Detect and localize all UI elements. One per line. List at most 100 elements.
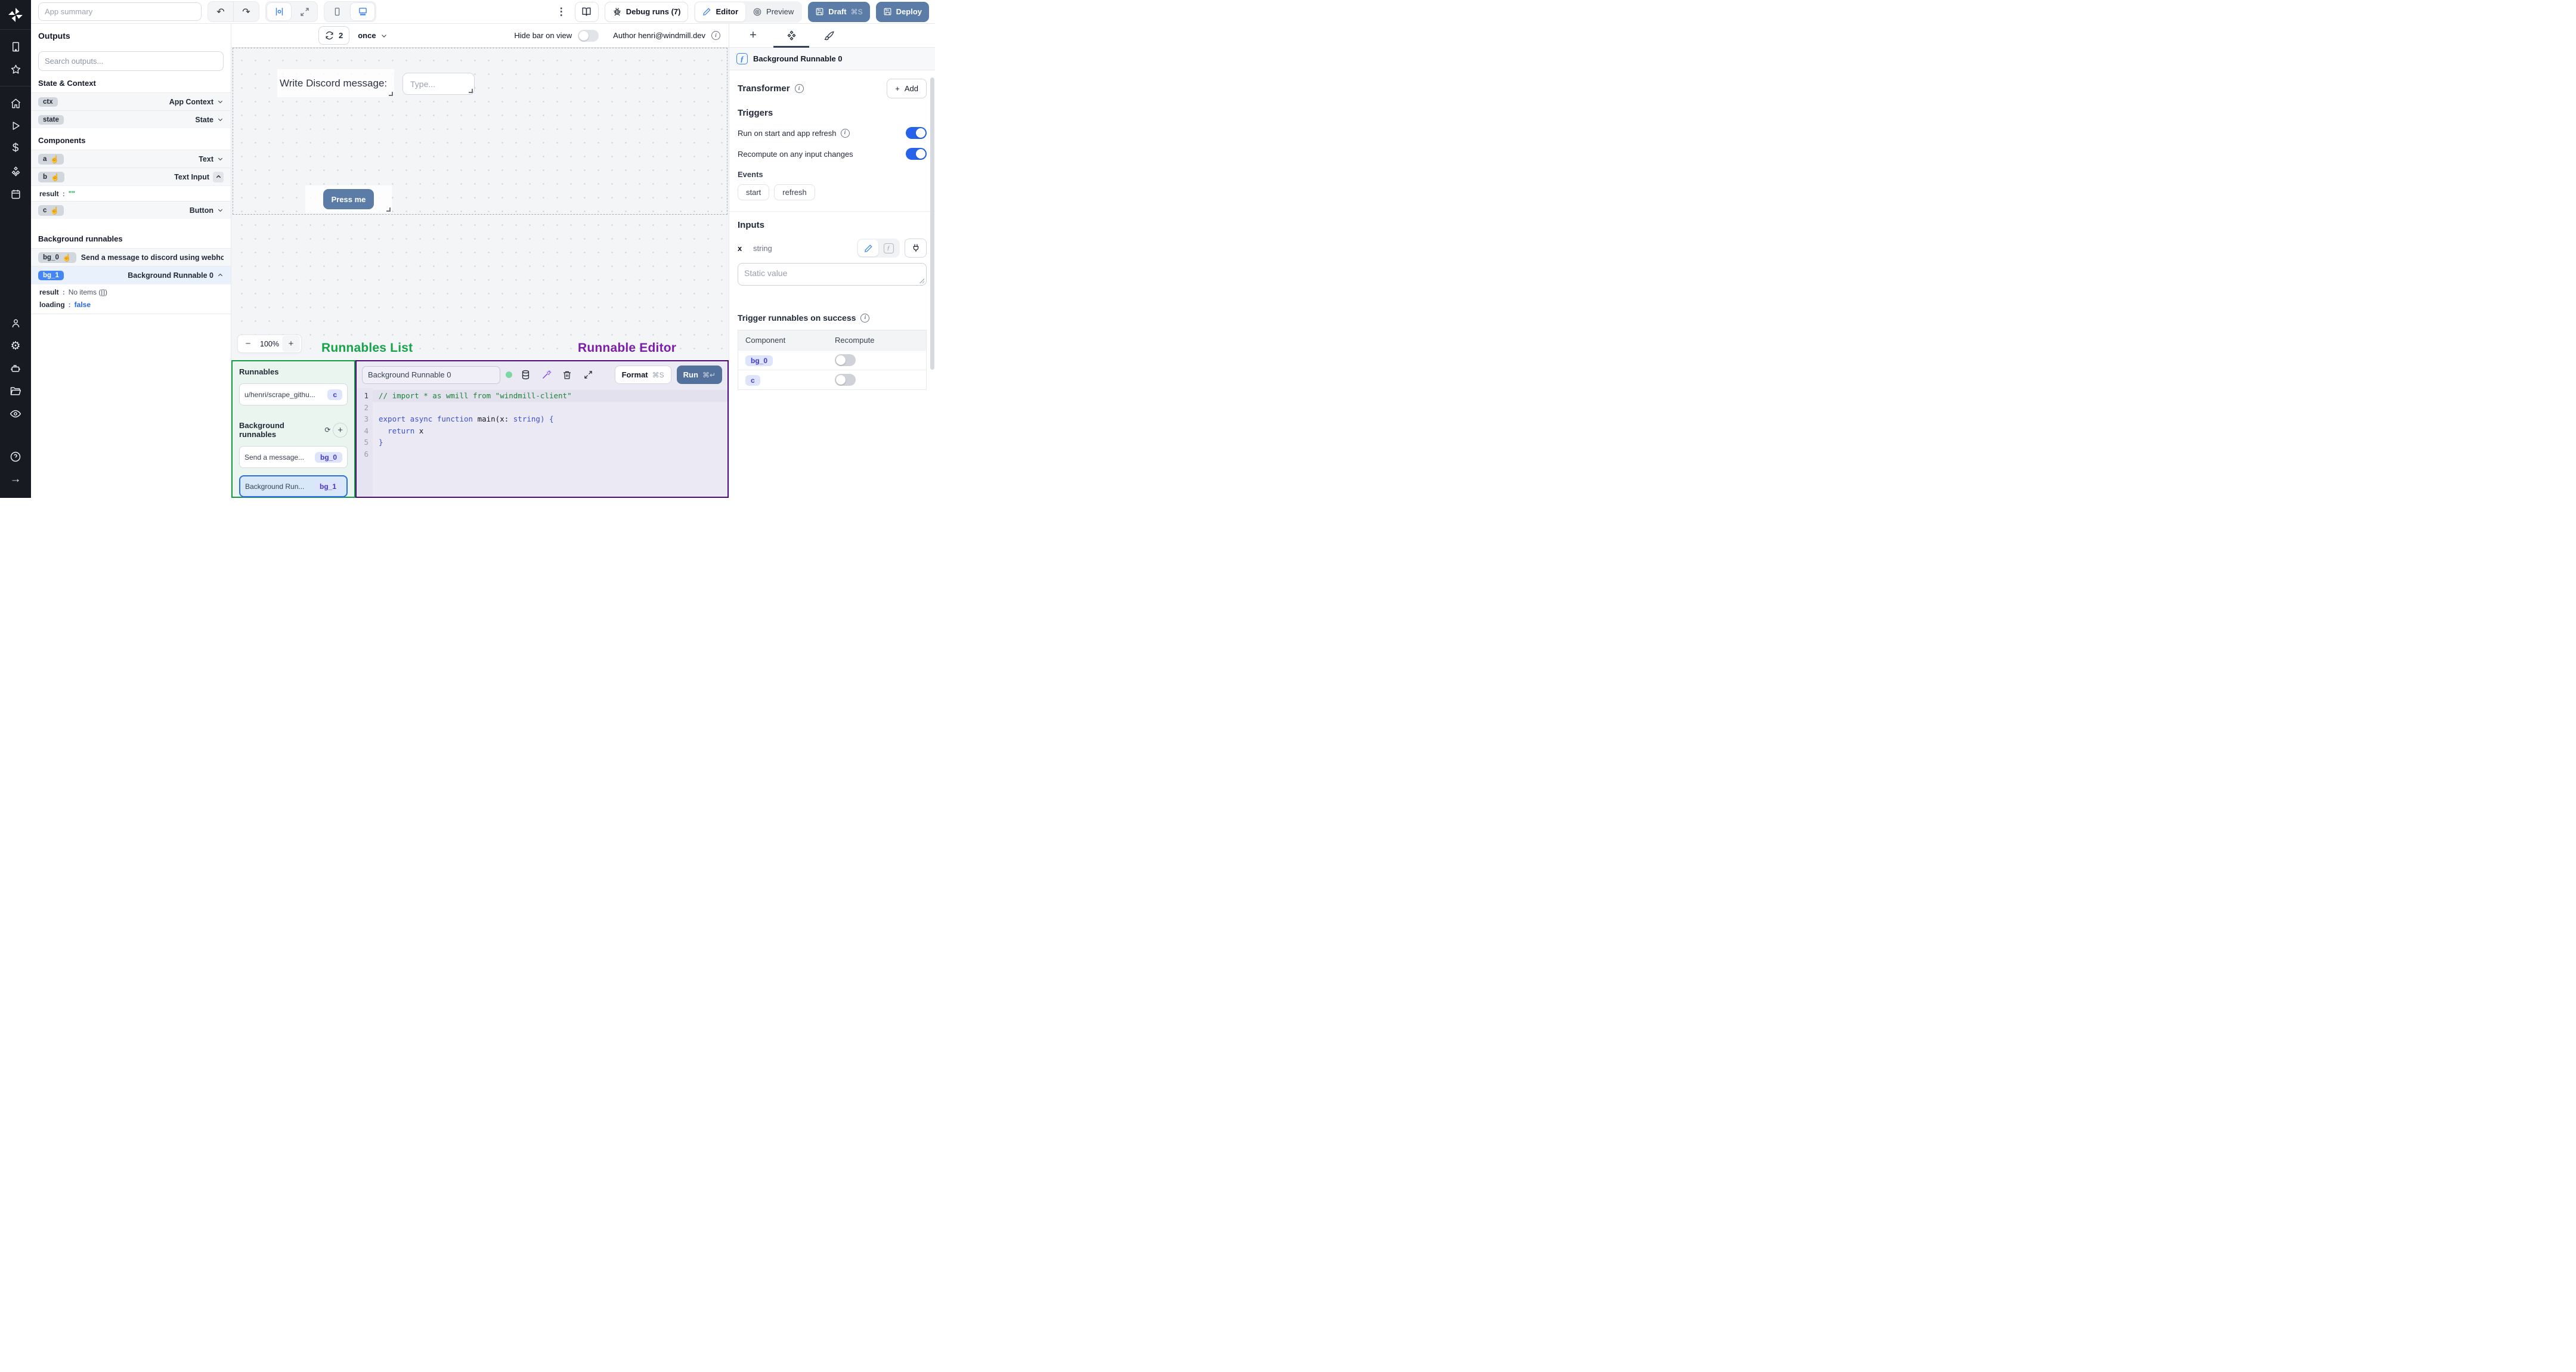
resources-icon[interactable] — [4, 160, 27, 182]
runs-icon[interactable] — [4, 114, 27, 137]
canvas-textinput-component[interactable]: Type... — [402, 73, 475, 95]
debug-runs-button[interactable]: Debug runs (7) — [604, 1, 689, 22]
static-value-textarea[interactable]: Static value — [738, 263, 927, 286]
textarea-resize-icon[interactable] — [919, 278, 924, 283]
resize-handle-icon[interactable] — [469, 89, 473, 93]
chevron-down-icon — [218, 209, 223, 212]
favorites-icon[interactable] — [4, 58, 27, 80]
app-summary-input[interactable]: App summary — [38, 2, 202, 21]
run-on-start-toggle[interactable] — [906, 127, 927, 139]
deploy-button[interactable]: Deploy — [875, 1, 929, 22]
mobile-view-button[interactable] — [324, 2, 349, 21]
canvas-text-component[interactable]: Write Discord message: — [277, 69, 394, 97]
event-pill-start[interactable]: start — [738, 184, 770, 200]
home-icon[interactable] — [4, 92, 27, 114]
runnable-item-bg0[interactable]: Send a message... bg_0 — [239, 446, 348, 468]
input-mode-segment: ƒ — [857, 239, 900, 258]
tab-theme-brush[interactable] — [810, 24, 849, 47]
search-outputs-input[interactable]: Search outputs... — [38, 51, 224, 71]
recompute-toggle-c[interactable] — [835, 374, 856, 386]
bg0-badge: bg_0 ☝ — [38, 252, 76, 263]
press-me-button[interactable]: Press me — [323, 189, 374, 209]
code-lines[interactable]: // import * as wmill from "windmill-clie… — [373, 388, 727, 497]
database-icon[interactable] — [518, 370, 533, 380]
col-component: Component — [745, 336, 786, 345]
ai-wand-icon[interactable] — [538, 370, 554, 380]
resize-handle-icon[interactable] — [389, 92, 393, 96]
tab-settings[interactable] — [772, 24, 810, 48]
connect-plug-button[interactable] — [905, 239, 927, 258]
info-icon[interactable]: i — [840, 128, 850, 138]
pointer-hand-icon: ☝ — [50, 154, 60, 163]
undo-button[interactable]: ↶ — [208, 2, 233, 21]
bg0-pill[interactable]: bg_0 — [745, 355, 773, 366]
zoom-in-button[interactable]: + — [282, 336, 300, 352]
variables-icon[interactable]: $ — [4, 137, 27, 160]
add-background-runnable-button[interactable]: + — [333, 422, 348, 438]
tab-insert-component[interactable]: + — [734, 24, 772, 47]
center-canvas-button[interactable] — [267, 2, 292, 21]
help-icon[interactable] — [4, 445, 27, 468]
tab-preview[interactable]: Preview — [745, 2, 801, 21]
event-pill-refresh[interactable]: refresh — [774, 184, 815, 200]
info-icon[interactable]: i — [860, 313, 870, 323]
code-editor[interactable]: 123456 // import * as wmill from "windmi… — [357, 388, 727, 497]
runnable-item-bg1-selected[interactable]: Background Run... bg_1 — [239, 475, 348, 497]
editor-preview-segment: Editor Preview — [694, 1, 803, 23]
expression-mode-button[interactable]: ƒ — [878, 240, 899, 256]
save-icon — [815, 7, 824, 16]
static-mode-button[interactable] — [858, 240, 878, 256]
redo-button[interactable]: ↷ — [234, 2, 259, 21]
run-button[interactable]: Run ⌘↵ — [676, 366, 722, 384]
expand-icon[interactable] — [580, 370, 596, 379]
schedules-icon[interactable] — [4, 182, 27, 205]
user-icon[interactable] — [4, 312, 27, 335]
toggle-row-recompute: Recompute on any input changes — [738, 148, 927, 160]
bg1-badge: bg_1 — [38, 270, 64, 280]
audit-eye-icon[interactable] — [4, 402, 27, 425]
output-row-ctx[interactable]: ctx App Context — [31, 92, 231, 110]
components-diamonds-icon — [787, 30, 796, 41]
canvas-button-component[interactable]: Press me — [305, 185, 392, 213]
c-pill[interactable]: c — [745, 374, 760, 386]
trigger-on-success-heading: Trigger runnables on success — [738, 313, 856, 323]
output-row-component-c[interactable]: c ☝ Button — [31, 201, 231, 219]
windmill-logo-icon[interactable] — [7, 6, 24, 24]
output-row-state[interactable]: state State — [31, 110, 231, 128]
table-row-c: c — [738, 370, 926, 389]
more-options-kebab-icon[interactable]: ⋮ — [554, 6, 569, 18]
settings-gear-icon[interactable]: ⚙ — [4, 335, 27, 357]
output-row-bg1-selected[interactable]: bg_1 Background Runnable 0 — [31, 266, 231, 284]
runnable-name-input[interactable]: Background Runnable 0 — [362, 366, 500, 384]
format-button[interactable]: Format ⌘S — [614, 366, 671, 384]
tab-editor[interactable]: Editor — [695, 2, 746, 21]
recompute-toggle[interactable] — [906, 148, 927, 160]
workers-robot-icon[interactable] — [4, 357, 27, 380]
output-row-component-a[interactable]: a ☝ Text — [31, 150, 231, 168]
hide-bar-toggle[interactable] — [578, 29, 599, 42]
app-canvas[interactable]: Write Discord message: Type... Press me … — [231, 48, 729, 360]
collapse-chevron-up-button[interactable] — [213, 171, 224, 182]
output-row-bg0[interactable]: bg_0 ☝ Send a message to discord using we… — [31, 248, 231, 266]
workspace-icon[interactable] — [4, 35, 27, 58]
runnable-item-scrape-github[interactable]: u/henri/scrape_githu... c — [239, 383, 348, 405]
refresh-count-button[interactable]: 2 — [318, 26, 350, 45]
zoom-out-button[interactable]: − — [239, 336, 257, 352]
trash-icon[interactable] — [559, 370, 575, 380]
collapse-rail-arrow-icon[interactable]: → — [4, 468, 27, 491]
info-icon[interactable]: i — [711, 31, 720, 40]
desktop-view-button[interactable] — [350, 2, 375, 21]
add-transformer-button[interactable]: + Add — [887, 79, 927, 98]
code-gutter: 123456 — [357, 388, 373, 497]
draft-button[interactable]: Draft ⌘S — [808, 1, 870, 22]
schedule-mode-dropdown[interactable]: once — [358, 31, 387, 40]
fullscreen-canvas-button[interactable] — [292, 2, 317, 21]
resize-handle-icon[interactable] — [386, 207, 391, 212]
folders-icon[interactable] — [4, 380, 27, 402]
info-icon[interactable]: i — [794, 84, 804, 93]
recompute-toggle-bg0[interactable] — [835, 354, 856, 366]
right-panel-scrollbar[interactable] — [930, 78, 934, 370]
docs-book-button[interactable] — [574, 1, 599, 22]
paintbrush-icon — [824, 30, 834, 40]
output-row-component-b[interactable]: b ☝ Text Input — [31, 168, 231, 185]
